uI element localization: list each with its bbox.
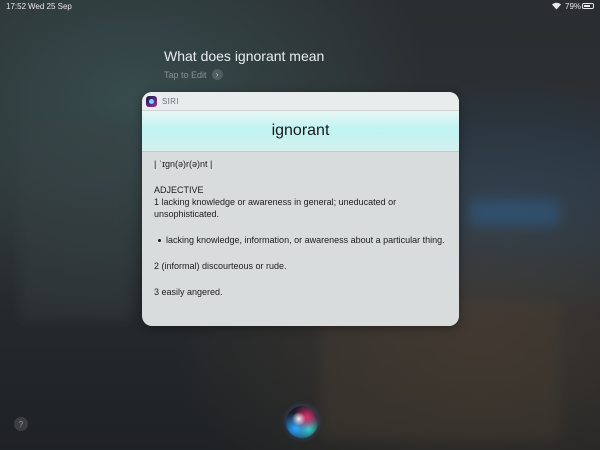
- tap-to-edit-label: Tap to Edit: [164, 69, 207, 80]
- status-date: Wed 25 Sep: [28, 2, 72, 11]
- status-bar: 17:52 Wed 25 Sep 79%: [0, 0, 600, 14]
- defined-word: ignorant: [271, 122, 330, 139]
- chevron-right-icon[interactable]: ›: [211, 69, 223, 80]
- definition-body: | ˈɪɡn(ə)r(ə)nt | ADJECTIVE 1 lacking kn…: [142, 152, 459, 298]
- sub-sense: lacking knowledge, information, or aware…: [154, 234, 447, 246]
- background-blur: [470, 200, 560, 226]
- siri-orb-icon[interactable]: [286, 406, 318, 438]
- pronunciation: | ˈɪɡn(ə)r(ə)nt |: [154, 159, 213, 169]
- siri-app-icon: [146, 95, 157, 107]
- part-of-speech: ADJECTIVE: [154, 185, 204, 195]
- word-header: ignorant: [142, 111, 459, 152]
- card-app-label: SIRI: [162, 96, 179, 106]
- bullet-icon: [158, 239, 161, 242]
- wifi-icon: [551, 1, 562, 12]
- sub-sense-text: lacking knowledge, information, or aware…: [166, 235, 445, 245]
- sense-1: 1 lacking knowledge or awareness in gene…: [154, 197, 397, 219]
- battery-percent: 79%: [565, 2, 582, 11]
- dictionary-card[interactable]: SIRI ignorant | ˈɪɡn(ə)r(ə)nt | ADJECTIV…: [142, 92, 459, 326]
- status-time: 17:52: [6, 2, 27, 11]
- sense-2: 2 (informal) discourteous or rude.: [154, 261, 287, 271]
- background-blur: [20, 120, 130, 320]
- sense-3: 3 easily angered.: [154, 287, 223, 297]
- card-header: SIRI: [142, 92, 459, 111]
- help-button[interactable]: ?: [14, 417, 28, 431]
- siri-query: What does ignorant mean: [164, 48, 325, 64]
- tap-to-edit[interactable]: Tap to Edit ›: [164, 69, 223, 80]
- battery-icon: [582, 3, 594, 9]
